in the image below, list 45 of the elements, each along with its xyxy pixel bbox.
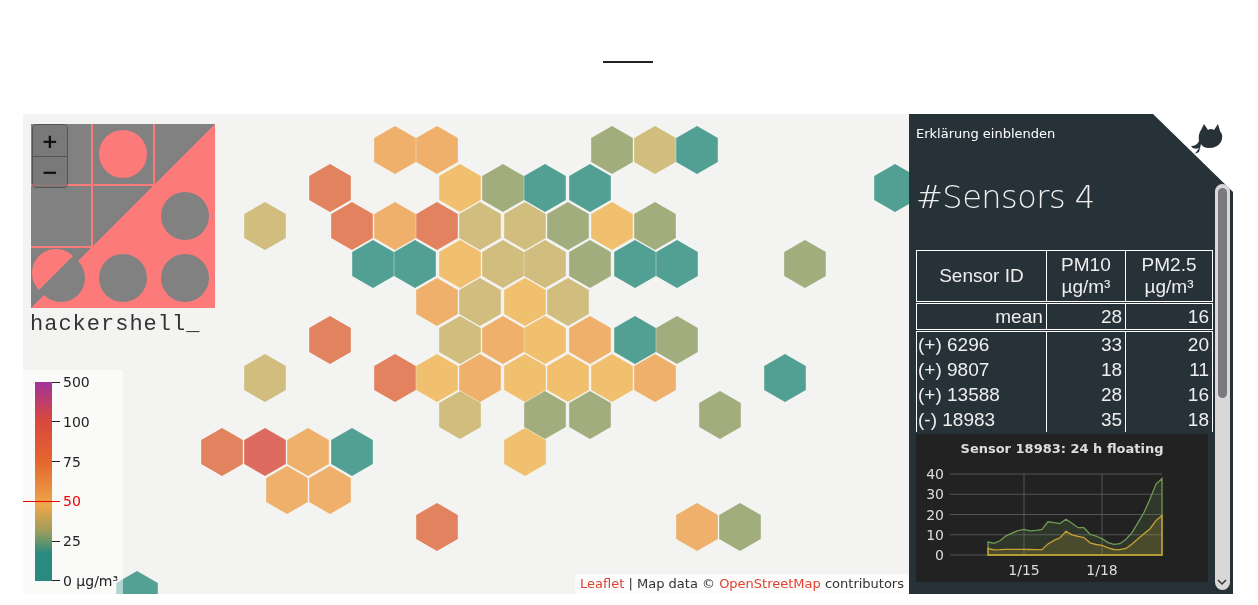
column-header: Sensor ID xyxy=(916,250,1047,303)
sensor-id-cell[interactable]: (+) 6296 xyxy=(916,330,1047,357)
scrollbar-thumb[interactable] xyxy=(1218,188,1227,398)
legend-tick-label: 500 xyxy=(52,375,119,389)
attribution-link[interactable]: Leaflet xyxy=(580,576,625,591)
sensor-id-cell[interactable]: (+) 9807 xyxy=(916,357,1047,382)
value-cell: 35 xyxy=(1046,407,1126,432)
y-tick-label: 30 xyxy=(926,486,944,503)
y-tick-label: 0 xyxy=(935,547,944,563)
sensor-count-title: #Sensors 4 xyxy=(916,178,1095,216)
value-cell: 28 xyxy=(1046,382,1126,407)
legend-tick-label: 0 µg/m³ xyxy=(52,574,119,588)
attribution-link[interactable]: OpenStreetMap xyxy=(719,576,821,591)
scrollbar[interactable] xyxy=(1215,184,1230,590)
value-cell: 11 xyxy=(1125,357,1213,382)
zoom-out-button[interactable]: − xyxy=(33,156,67,187)
value-cell: 33 xyxy=(1046,330,1126,357)
value-cell: 16 xyxy=(1125,382,1213,407)
value-cell: 18 xyxy=(1125,407,1213,432)
cat-icon[interactable] xyxy=(1191,124,1223,154)
legend-tick-label: 50 xyxy=(52,494,119,509)
sensor-id-cell[interactable]: (+) 13588 xyxy=(916,382,1047,407)
y-tick-label: 10 xyxy=(926,526,944,543)
mean-value-cell: 16 xyxy=(1125,302,1213,331)
mean-value-cell: 28 xyxy=(1046,302,1126,331)
chart-title: Sensor 18983: 24 h floating xyxy=(960,441,1164,456)
show-explanation-link[interactable]: Erklärung einblenden xyxy=(916,126,1056,141)
attribution-text: Leaflet | Map data © OpenStreetMap contributors xyxy=(575,574,909,594)
y-tick-label: 40 xyxy=(926,466,944,482)
legend-tick-label: 100 xyxy=(52,414,119,429)
scroll-down-icon[interactable] xyxy=(1217,579,1227,586)
threshold-line xyxy=(23,501,52,503)
value-cell: 18 xyxy=(1046,357,1126,382)
legend-tick-label: 75 xyxy=(52,454,119,469)
zoom-in-button[interactable]: + xyxy=(33,125,67,156)
x-tick-label: 1/15 xyxy=(1008,562,1040,578)
x-tick-label: 1/18 xyxy=(1086,562,1118,578)
value-cell: 20 xyxy=(1125,330,1213,357)
sensor-id-cell[interactable]: (-) 18983 xyxy=(916,407,1047,432)
y-tick-label: 20 xyxy=(926,506,944,523)
column-header: PM10 µg/m³ xyxy=(1046,250,1126,303)
column-header: PM2.5 µg/m³ xyxy=(1125,250,1213,303)
brand-text: hackershell_ xyxy=(30,312,201,337)
mean-label-cell: mean xyxy=(916,302,1047,331)
legend-tick-label: 25 xyxy=(52,534,119,549)
